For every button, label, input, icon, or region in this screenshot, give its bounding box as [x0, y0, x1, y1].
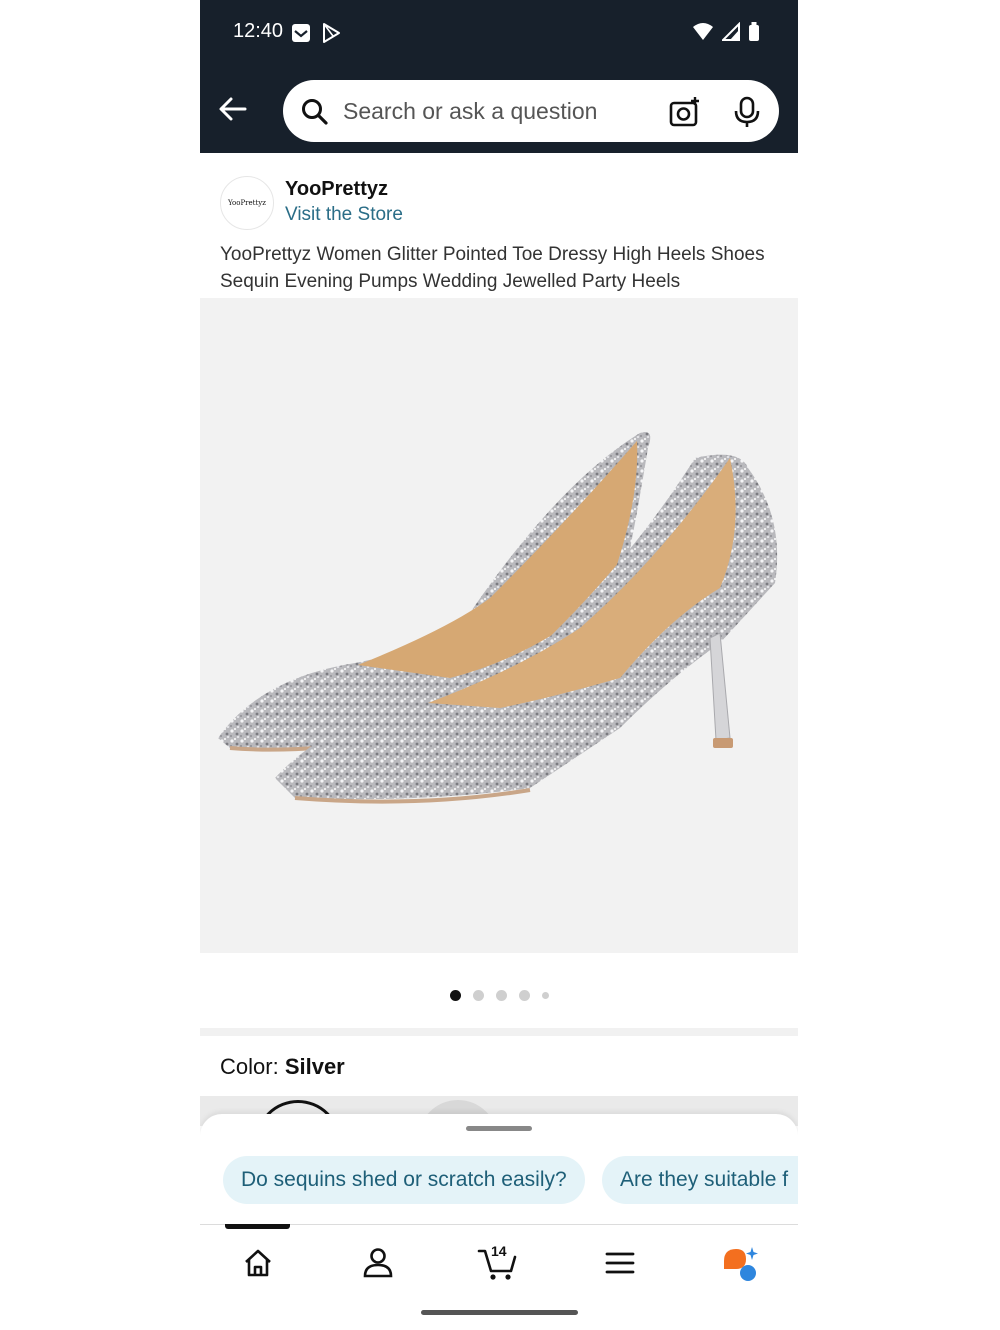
cart-count-badge: 14 — [491, 1243, 507, 1259]
active-tab-indicator — [225, 1224, 290, 1229]
signal-icon — [722, 22, 740, 41]
notification-icons — [290, 22, 342, 44]
product-photo-shoes — [218, 432, 778, 804]
visit-store-link[interactable]: Visit the Store — [285, 204, 403, 226]
menu-icon — [605, 1252, 635, 1274]
brand-logo[interactable]: YooPrettyz — [220, 176, 274, 230]
back-arrow-icon[interactable] — [218, 94, 248, 124]
color-label: Color: — [220, 1054, 279, 1079]
carousel-dot[interactable] — [449, 990, 461, 1001]
microphone-icon[interactable] — [733, 96, 761, 128]
nav-account[interactable] — [348, 1238, 408, 1288]
play-store-icon — [323, 23, 340, 43]
section-divider — [200, 1028, 798, 1036]
carousel-dot[interactable] — [495, 990, 507, 1001]
top-header: 12:40 Search or ask a question — [200, 0, 798, 153]
account-icon — [363, 1248, 393, 1278]
nav-ai-assistant[interactable] — [710, 1238, 770, 1288]
color-value: Silver — [284, 1054, 345, 1079]
product-title: YooPrettyz Women Glitter Pointed Toe Dre… — [220, 244, 765, 292]
carousel-dot[interactable] — [541, 992, 549, 999]
ai-assistant-icon — [724, 1247, 758, 1281]
image-carousel-dots — [200, 990, 798, 1001]
carousel-dot[interactable] — [518, 990, 530, 1001]
inbox-icon — [292, 24, 310, 42]
brand-logo-text: YooPrettyz — [228, 199, 266, 207]
app-screen: 12:40 Search or ask a question YooPretty… — [200, 0, 798, 1330]
suggestion-chip[interactable]: Are they suitable f — [602, 1156, 798, 1204]
search-icon — [302, 99, 328, 125]
status-time: 12:40 — [233, 20, 284, 42]
nav-home[interactable] — [228, 1238, 288, 1288]
system-status-icons — [692, 22, 760, 42]
suggestion-chip[interactable]: Do sequins shed or scratch easily? — [223, 1156, 585, 1204]
search-bar[interactable]: Search or ask a question — [283, 80, 779, 142]
carousel-dot[interactable] — [472, 990, 484, 1001]
battery-icon — [749, 22, 759, 41]
home-icon — [245, 1249, 271, 1277]
color-selector-label: Color: Silver — [220, 1054, 345, 1080]
ai-suggestions-sheet: Do sequins shed or scratch easily? Are t… — [200, 1114, 798, 1330]
nav-menu[interactable] — [590, 1238, 650, 1288]
wifi-icon — [693, 23, 713, 40]
camera-search-icon[interactable] — [669, 96, 701, 128]
sheet-handle[interactable] — [466, 1126, 532, 1131]
product-image[interactable] — [200, 298, 798, 953]
brand-name: YooPrettyz — [285, 178, 388, 200]
search-placeholder: Search or ask a question — [343, 98, 598, 124]
gesture-bar — [421, 1310, 578, 1315]
